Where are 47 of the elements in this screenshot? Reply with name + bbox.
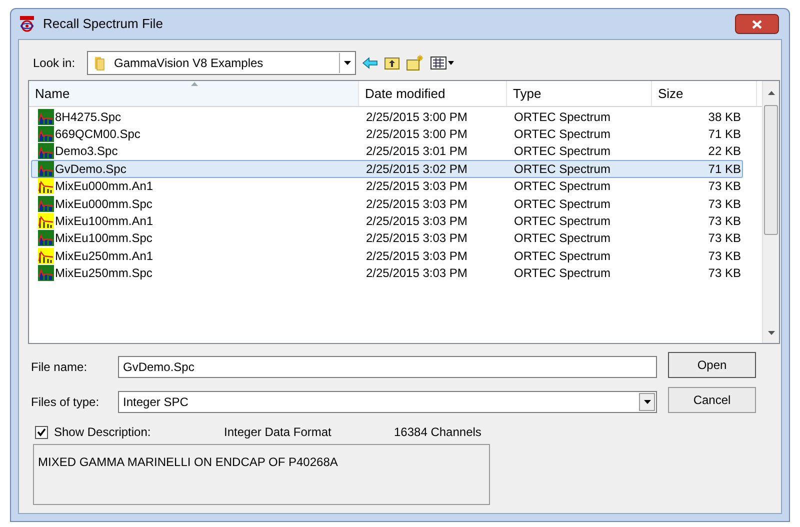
up-folder-icon[interactable] [384,56,400,70]
file-row[interactable]: MixEu250mm.Spc 2/25/2015 3:03 PM ORTEC Spectrum 73 KB [31,264,743,282]
spectrum-file-icon [38,126,54,142]
channels-text: 16384 Channels [394,424,482,441]
spectrum-file-icon [38,108,54,125]
show-description-label: Show Description: [54,424,152,441]
cancel-button[interactable]: Cancel [668,387,756,413]
file-name-field[interactable]: GvDemo.Spc [118,356,657,378]
file-row[interactable]: GvDemo.Spc 2/25/2015 3:02 PM ORTEC Spectrum 71 KB [31,160,743,178]
close-icon [752,20,762,28]
file-row[interactable]: MixEu100mm.An1 2/25/2015 3:03 PM ORTEC Spectrum 73 KB [31,212,743,230]
show-description-checkbox[interactable] [35,426,48,438]
file-row[interactable]: 8H4275.Spc 2/25/2015 3:00 PM ORTEC Spectrum 38 KB [31,108,743,126]
file-name-label: File name: [30,359,88,376]
open-button[interactable]: Open [668,352,756,378]
files-of-type-dropdown[interactable]: Integer SPC [118,391,657,413]
look-in-label: Look in: [32,55,76,72]
file-row[interactable]: MixEu000mm.An1 2/25/2015 3:03 PM ORTEC Spectrum 73 KB [31,178,743,195]
back-arrow-icon[interactable] [362,57,378,69]
file-row[interactable]: MixEu100mm.Spc 2/25/2015 3:03 PM ORTEC Spectrum 73 KB [31,230,743,248]
window-title: Recall Spectrum File [43,15,163,34]
description-text: MIXED GAMMA MARINELLI ON ENDCAP OF P40268A [38,455,338,469]
analysis-file-icon [38,178,54,194]
scrollbar[interactable] [762,81,779,343]
analysis-file-icon [38,248,54,264]
files-of-type-label: Files of type: [30,394,100,411]
spectrum-file-icon [38,143,54,160]
column-header[interactable]: Name [29,81,359,106]
scroll-up-icon[interactable] [768,91,774,95]
analysis-file-icon [38,213,54,230]
data-format-text: Integer Data Format [224,424,332,441]
file-row[interactable]: MixEu000mm.Spc 2/25/2015 3:03 PM ORTEC Spectrum 73 KB [31,194,743,212]
look-in-dropdown[interactable]: GammaVision V8 Examples [87,51,356,75]
view-menu-icon[interactable] [430,56,454,70]
spectrum-file-icon [38,265,54,282]
spectrum-file-icon [38,160,54,177]
scroll-down-icon[interactable] [768,331,774,335]
spectrum-file-icon [38,196,54,212]
new-folder-icon[interactable] [406,55,424,71]
scrollbar-thumb[interactable] [764,105,778,235]
spectrum-file-icon [38,230,54,246]
sort-arrow-icon [191,82,198,86]
app-logo-icon [19,16,35,32]
file-row[interactable]: 669QCM00.Spc 2/25/2015 3:00 PM ORTEC Spectrum 71 KB [31,125,743,143]
close-button[interactable] [735,14,779,34]
file-row[interactable]: Demo3.Spc 2/25/2015 3:01 PM ORTEC Spectrum 22 KB [31,142,743,160]
file-row[interactable]: MixEu250mm.An1 2/25/2015 3:03 PM ORTEC Spectrum 73 KB [31,247,743,265]
